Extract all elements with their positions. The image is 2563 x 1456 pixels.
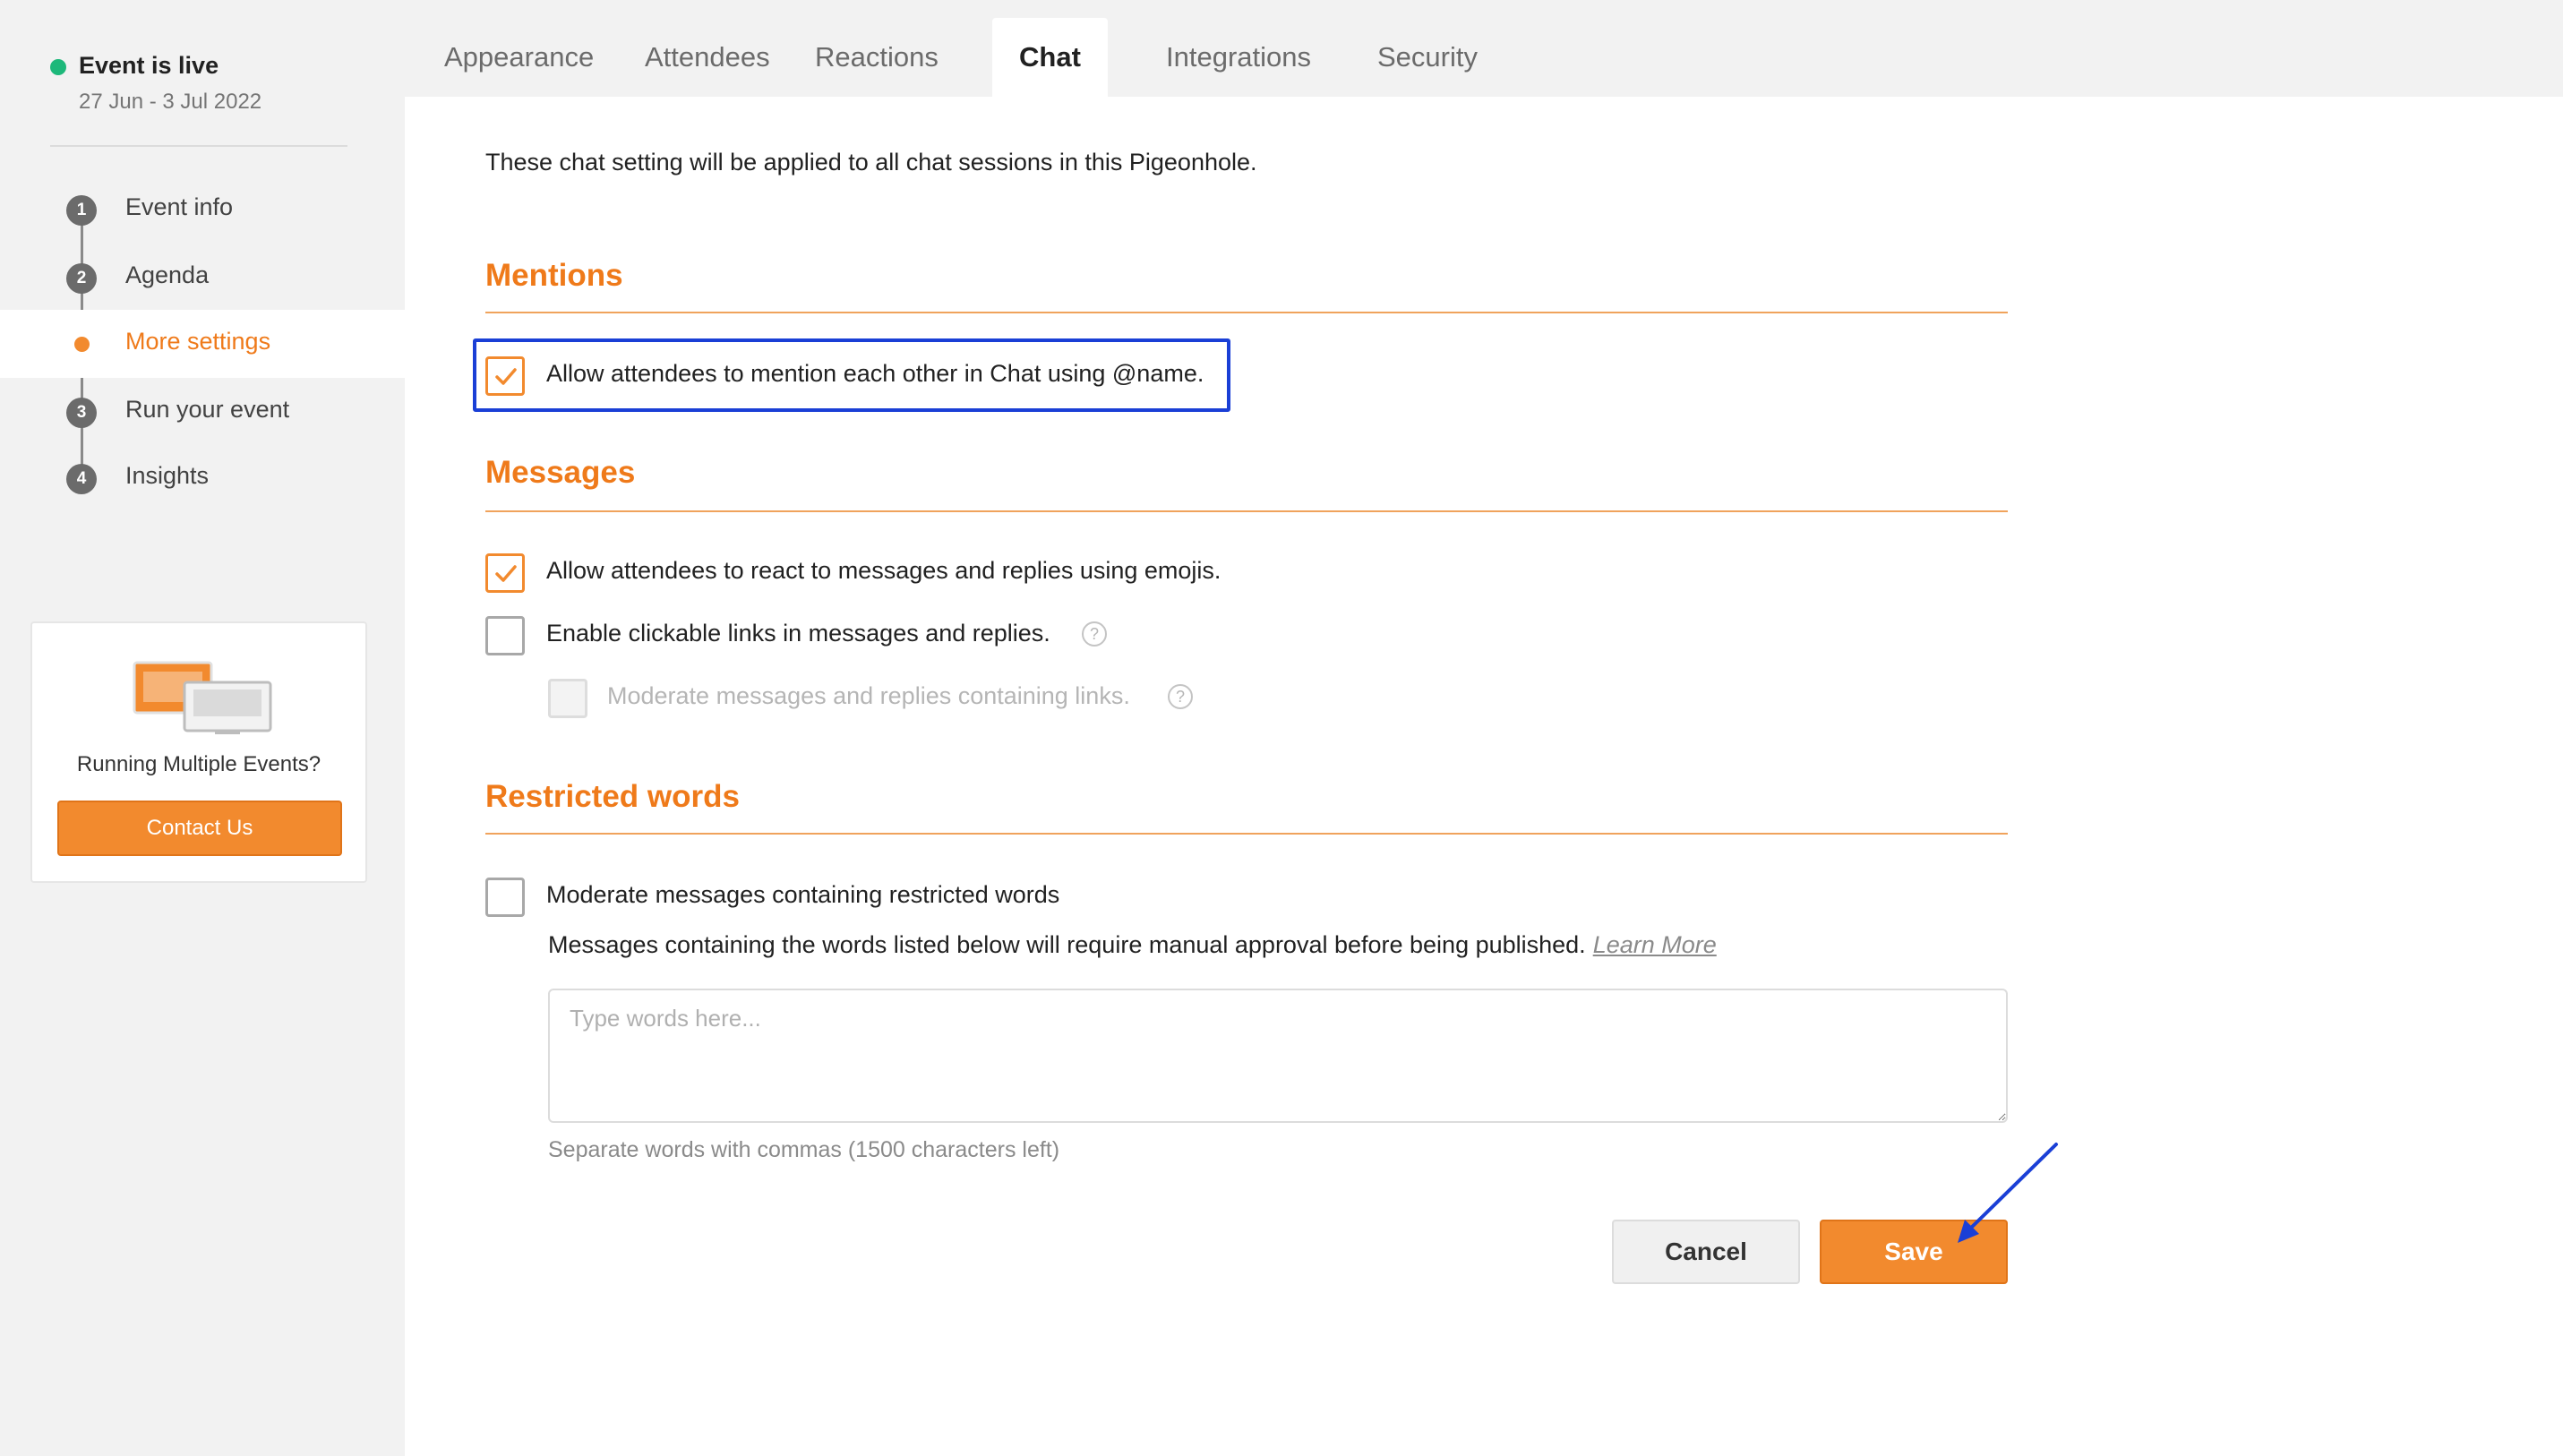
step-number-badge: 1 — [66, 195, 97, 226]
multiple-events-promo: Running Multiple Events? Contact Us — [30, 621, 367, 883]
section-divider — [485, 833, 2008, 835]
moderate-links-label: Moderate messages and replies containing… — [607, 682, 1130, 709]
tab-chat[interactable]: Chat — [992, 18, 1108, 97]
restricted-words-description: Messages containing the words listed bel… — [548, 931, 1717, 959]
section-title-restricted-words: Restricted words — [485, 779, 740, 814]
input-hint: Separate words with commas (1500 charact… — [548, 1137, 1060, 1162]
checkmark-icon — [495, 565, 517, 582]
intro-text: These chat setting will be applied to al… — [485, 149, 1257, 176]
annotation-arrow-icon — [1958, 1143, 2058, 1243]
clickable-links-label: Enable clickable links in messages and r… — [546, 620, 1050, 647]
mention-checkbox[interactable] — [485, 356, 525, 396]
emoji-reactions-checkbox[interactable] — [485, 553, 525, 593]
sidebar-item-run-your-event[interactable]: 3 Run your event — [0, 378, 405, 446]
monitors-icon — [133, 661, 272, 734]
cancel-button[interactable]: Cancel — [1612, 1220, 1800, 1284]
restricted-words-label: Moderate messages containing restricted … — [546, 881, 1060, 908]
step-number-badge: 3 — [66, 398, 97, 428]
moderate-links-checkbox — [548, 679, 587, 718]
section-title-messages: Messages — [485, 455, 636, 490]
promo-text: Running Multiple Events? — [76, 752, 321, 776]
sidebar-divider — [50, 145, 347, 147]
sidebar-item-label: Insights — [125, 462, 210, 489]
checkmark-icon — [495, 368, 517, 385]
sidebar-item-label: Agenda — [125, 261, 210, 288]
sidebar-item-label: Event info — [125, 193, 234, 220]
section-divider — [485, 312, 2008, 313]
sidebar-item-more-settings[interactable]: More settings — [0, 310, 405, 378]
description-text: Messages containing the words listed bel… — [548, 931, 1586, 958]
event-date-range: 27 Jun - 3 Jul 2022 — [79, 90, 262, 114]
sidebar-item-label: More settings — [125, 328, 271, 355]
sidebar-item-event-info[interactable]: 1 Event info — [0, 176, 405, 244]
tab-integrations[interactable]: Integrations — [1139, 18, 1338, 97]
tab-attendees[interactable]: Attendees — [618, 18, 797, 97]
tab-appearance[interactable]: Appearance — [417, 18, 621, 97]
active-step-dot — [74, 337, 90, 352]
sidebar-item-insights[interactable]: 4 Insights — [0, 444, 405, 512]
live-status-dot — [50, 59, 66, 75]
settings-tabs: Appearance Attendees Reactions Chat Inte… — [405, 0, 2563, 97]
tab-security[interactable]: Security — [1350, 18, 1504, 97]
question-icon[interactable]: ? — [1168, 684, 1193, 709]
emoji-reactions-label: Allow attendees to react to messages and… — [546, 557, 1221, 584]
tab-reactions[interactable]: Reactions — [788, 18, 965, 97]
sidebar: Event is live 27 Jun - 3 Jul 2022 1 Even… — [0, 0, 405, 1456]
event-status-title: Event is live — [79, 52, 219, 79]
clickable-links-checkbox[interactable] — [485, 616, 525, 655]
learn-more-link[interactable]: Learn More — [1593, 931, 1717, 958]
mention-option-label: Allow attendees to mention each other in… — [546, 360, 1204, 387]
contact-us-button[interactable]: Contact Us — [57, 801, 342, 856]
step-number-badge: 2 — [66, 263, 97, 294]
restricted-words-checkbox[interactable] — [485, 878, 525, 917]
question-icon[interactable]: ? — [1082, 621, 1107, 647]
sidebar-item-label: Run your event — [125, 396, 290, 423]
step-number-badge: 4 — [66, 464, 97, 494]
sidebar-item-agenda[interactable]: 2 Agenda — [0, 244, 405, 312]
section-title-mentions: Mentions — [485, 258, 623, 293]
restricted-words-input[interactable] — [548, 989, 2008, 1123]
section-divider — [485, 510, 2008, 512]
